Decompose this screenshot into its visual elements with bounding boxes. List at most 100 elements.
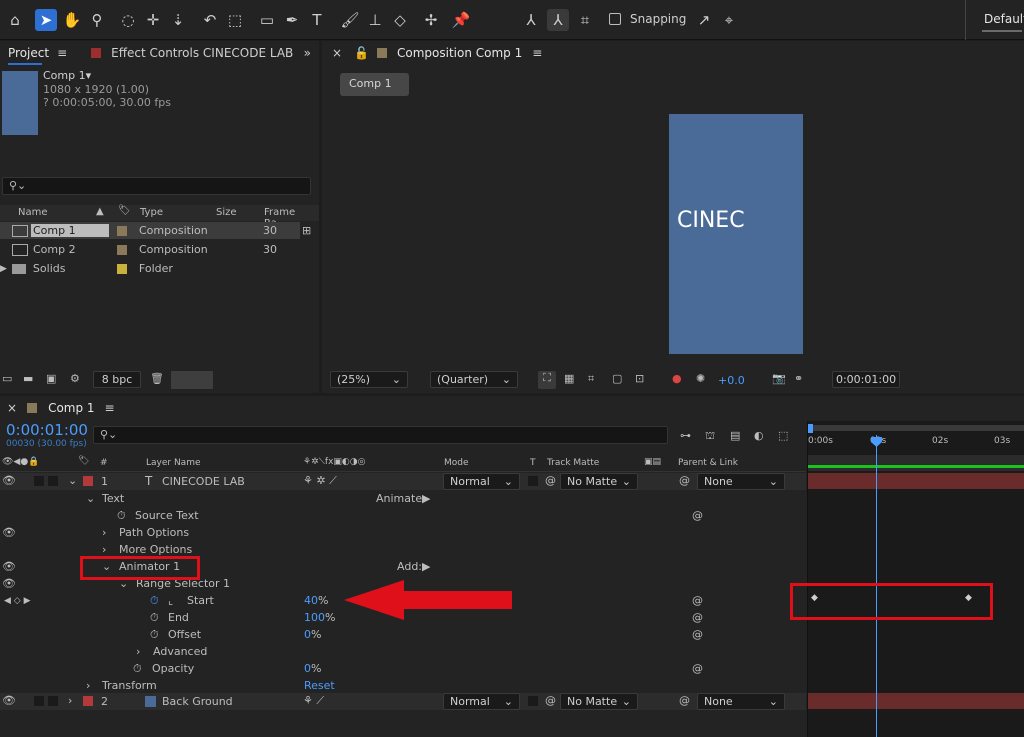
pickwhip-icon[interactable]: @: [692, 611, 703, 624]
project-item-solids[interactable]: ▶ Solids Folder: [0, 260, 300, 277]
timecode[interactable]: 0:00:01:00: [6, 421, 88, 439]
stopwatch-icon[interactable]: ⏱: [150, 611, 159, 625]
snapping-checkbox[interactable]: [609, 13, 621, 25]
panel-menu-icon[interactable]: ≡: [105, 401, 115, 415]
parent-select[interactable]: None ⌄: [697, 473, 785, 490]
pickwhip-icon[interactable]: @: [692, 662, 703, 675]
guides-icon[interactable]: ⊡: [635, 372, 644, 385]
chevron-right-icon[interactable]: ›: [86, 679, 90, 692]
bpc-button[interactable]: 8 bpc: [93, 371, 141, 388]
pickwhip-icon[interactable]: @: [679, 694, 690, 707]
stopwatch-icon[interactable]: ⏱: [133, 662, 142, 676]
new-comp-icon[interactable]: ▣: [46, 372, 56, 385]
chevron-right-icon[interactable]: ›: [102, 526, 106, 539]
chevron-down-icon[interactable]: ⌄: [86, 492, 95, 505]
region-of-interest-icon[interactable]: ▢: [612, 372, 622, 385]
pickwhip-icon[interactable]: @: [692, 628, 703, 641]
timeline-search-input[interactable]: ⚲⌄: [93, 426, 668, 444]
color-channels-icon[interactable]: ●: [672, 372, 682, 385]
frame-blending-icon[interactable]: ▤: [730, 429, 740, 442]
show-snapshot-icon[interactable]: ⚭: [794, 372, 803, 385]
col-size[interactable]: Size: [216, 207, 237, 218]
mode-select[interactable]: Normal ⌄: [443, 693, 520, 710]
eraser-tool-icon[interactable]: ◇: [389, 9, 411, 31]
transform-row[interactable]: › Transform Reset: [0, 677, 806, 694]
opacity-value[interactable]: 0: [304, 662, 311, 675]
matte-link-icon[interactable]: @: [545, 474, 556, 487]
path-options-row[interactable]: 👁 › Path Options: [0, 524, 806, 541]
eye-icon[interactable]: 👁: [2, 577, 16, 590]
comp-flow-chip[interactable]: Comp 1: [340, 73, 409, 96]
expand-panels-icon[interactable]: »: [304, 46, 311, 60]
project-item-comp2[interactable]: Comp 2 Composition 30: [0, 241, 300, 258]
col-track-matte[interactable]: Track Matte: [547, 458, 599, 468]
zoom-tool-icon[interactable]: ⚲: [86, 9, 108, 31]
composition-mini-flow-icon[interactable]: ⊶: [680, 429, 691, 442]
advanced-row[interactable]: › Advanced: [0, 643, 806, 660]
flowchart-icon[interactable]: ⊞: [302, 224, 311, 237]
pickwhip-icon[interactable]: @: [692, 594, 703, 607]
type-tool-icon[interactable]: T: [306, 9, 328, 31]
resolution-select[interactable]: (Quarter) ⌄: [430, 371, 518, 388]
selection-tool-icon[interactable]: ➤: [35, 9, 57, 31]
project-item-comp1[interactable]: Comp 1 Composition 30: [0, 222, 300, 239]
snapshot-icon[interactable]: 📷: [772, 372, 786, 385]
layer-row-2[interactable]: 👁 › 2 Back Ground ⚘ ⟋ Normal ⌄ @ No Matte…: [0, 693, 806, 710]
dolly-camera-icon[interactable]: ⇣: [167, 9, 189, 31]
roto-brush-icon[interactable]: ✢: [420, 9, 442, 31]
work-area-bar[interactable]: [808, 425, 1024, 431]
hand-tool-icon[interactable]: ✋: [61, 9, 83, 31]
col-layer-name[interactable]: Layer Name: [146, 458, 201, 468]
layer-switches-icon[interactable]: ⚘ ⟋: [303, 694, 324, 708]
project-tab[interactable]: Project: [8, 46, 49, 60]
offset-value[interactable]: 0: [304, 628, 311, 641]
layer-1-bar[interactable]: [808, 473, 1024, 489]
expand-arrow-icon[interactable]: ▶: [0, 264, 7, 274]
project-search-input[interactable]: ⚲⌄: [2, 177, 311, 195]
chevron-down-icon[interactable]: ⌄: [68, 474, 77, 487]
layer-switches-icon[interactable]: ⚘ ✲ ⟋: [303, 474, 337, 488]
add-menu-icon[interactable]: ▶: [422, 560, 430, 573]
mask-visibility-icon[interactable]: ⌗: [588, 372, 594, 386]
track-matte-select[interactable]: No Matte ⌄: [560, 693, 638, 710]
stopwatch-icon[interactable]: ⏱: [150, 628, 159, 642]
close-icon[interactable]: ×: [7, 401, 17, 415]
track-matte-select[interactable]: No Matte ⌄: [560, 473, 638, 490]
snap-grid-icon[interactable]: ⌖: [718, 9, 740, 31]
draft-3d-icon[interactable]: ⛫: [705, 429, 715, 444]
transparency-grid-icon[interactable]: ▦: [564, 372, 574, 385]
pan-camera-icon[interactable]: ✛: [142, 9, 164, 31]
offset-property-row[interactable]: ⏱ Offset 0% @: [0, 626, 806, 643]
col-mode[interactable]: Mode: [444, 458, 469, 468]
comp-text[interactable]: CINEC: [677, 208, 745, 233]
graph-icon[interactable]: ⌞: [168, 594, 173, 607]
close-icon[interactable]: ×: [332, 46, 342, 60]
chevron-right-icon[interactable]: ›: [68, 694, 72, 707]
puppet-pin-icon[interactable]: 📌: [450, 9, 472, 31]
rotate-tool-icon[interactable]: ↶: [199, 9, 221, 31]
eye-icon[interactable]: 👁: [2, 474, 16, 487]
item-name[interactable]: Comp 1▾: [43, 69, 91, 82]
layer-name[interactable]: CINECODE LAB: [162, 475, 245, 488]
effect-controls-tab[interactable]: Effect Controls CINECODE LAB: [111, 46, 293, 60]
exposure-value[interactable]: +0.0: [718, 374, 745, 387]
fast-preview-icon[interactable]: ⛶: [538, 371, 556, 389]
source-text-row[interactable]: ⏱ Source Text @: [0, 507, 806, 524]
reset-link[interactable]: Reset: [304, 679, 335, 692]
pen-tool-icon[interactable]: ✒: [281, 9, 303, 31]
stopwatch-active-icon[interactable]: ⏱: [150, 594, 159, 608]
eye-icon[interactable]: 👁: [2, 560, 16, 573]
rectangle-tool-icon[interactable]: ▭: [256, 9, 278, 31]
start-value[interactable]: 40: [304, 594, 318, 607]
time-graph[interactable]: 0:00s 01s 02s 03s ◆ ◆: [807, 421, 1024, 737]
layer-row-1[interactable]: 👁 ⌄ 1 T CINECODE LAB ⚘ ✲ ⟋ Normal ⌄ @ No …: [0, 473, 806, 490]
animate-menu-icon[interactable]: ▶: [422, 492, 430, 505]
pan-behind-icon[interactable]: ⬚: [224, 9, 246, 31]
motion-blur-icon[interactable]: ◐: [754, 429, 764, 442]
eye-icon[interactable]: 👁: [2, 694, 16, 707]
color-management-icon[interactable]: ✺: [696, 372, 705, 385]
panel-menu-icon[interactable]: ≡: [532, 46, 542, 60]
settings-icon[interactable]: ⚙: [70, 372, 80, 385]
axis-world-icon[interactable]: ⅄: [547, 9, 569, 31]
current-time-field[interactable]: 0:00:01:00: [832, 371, 900, 388]
